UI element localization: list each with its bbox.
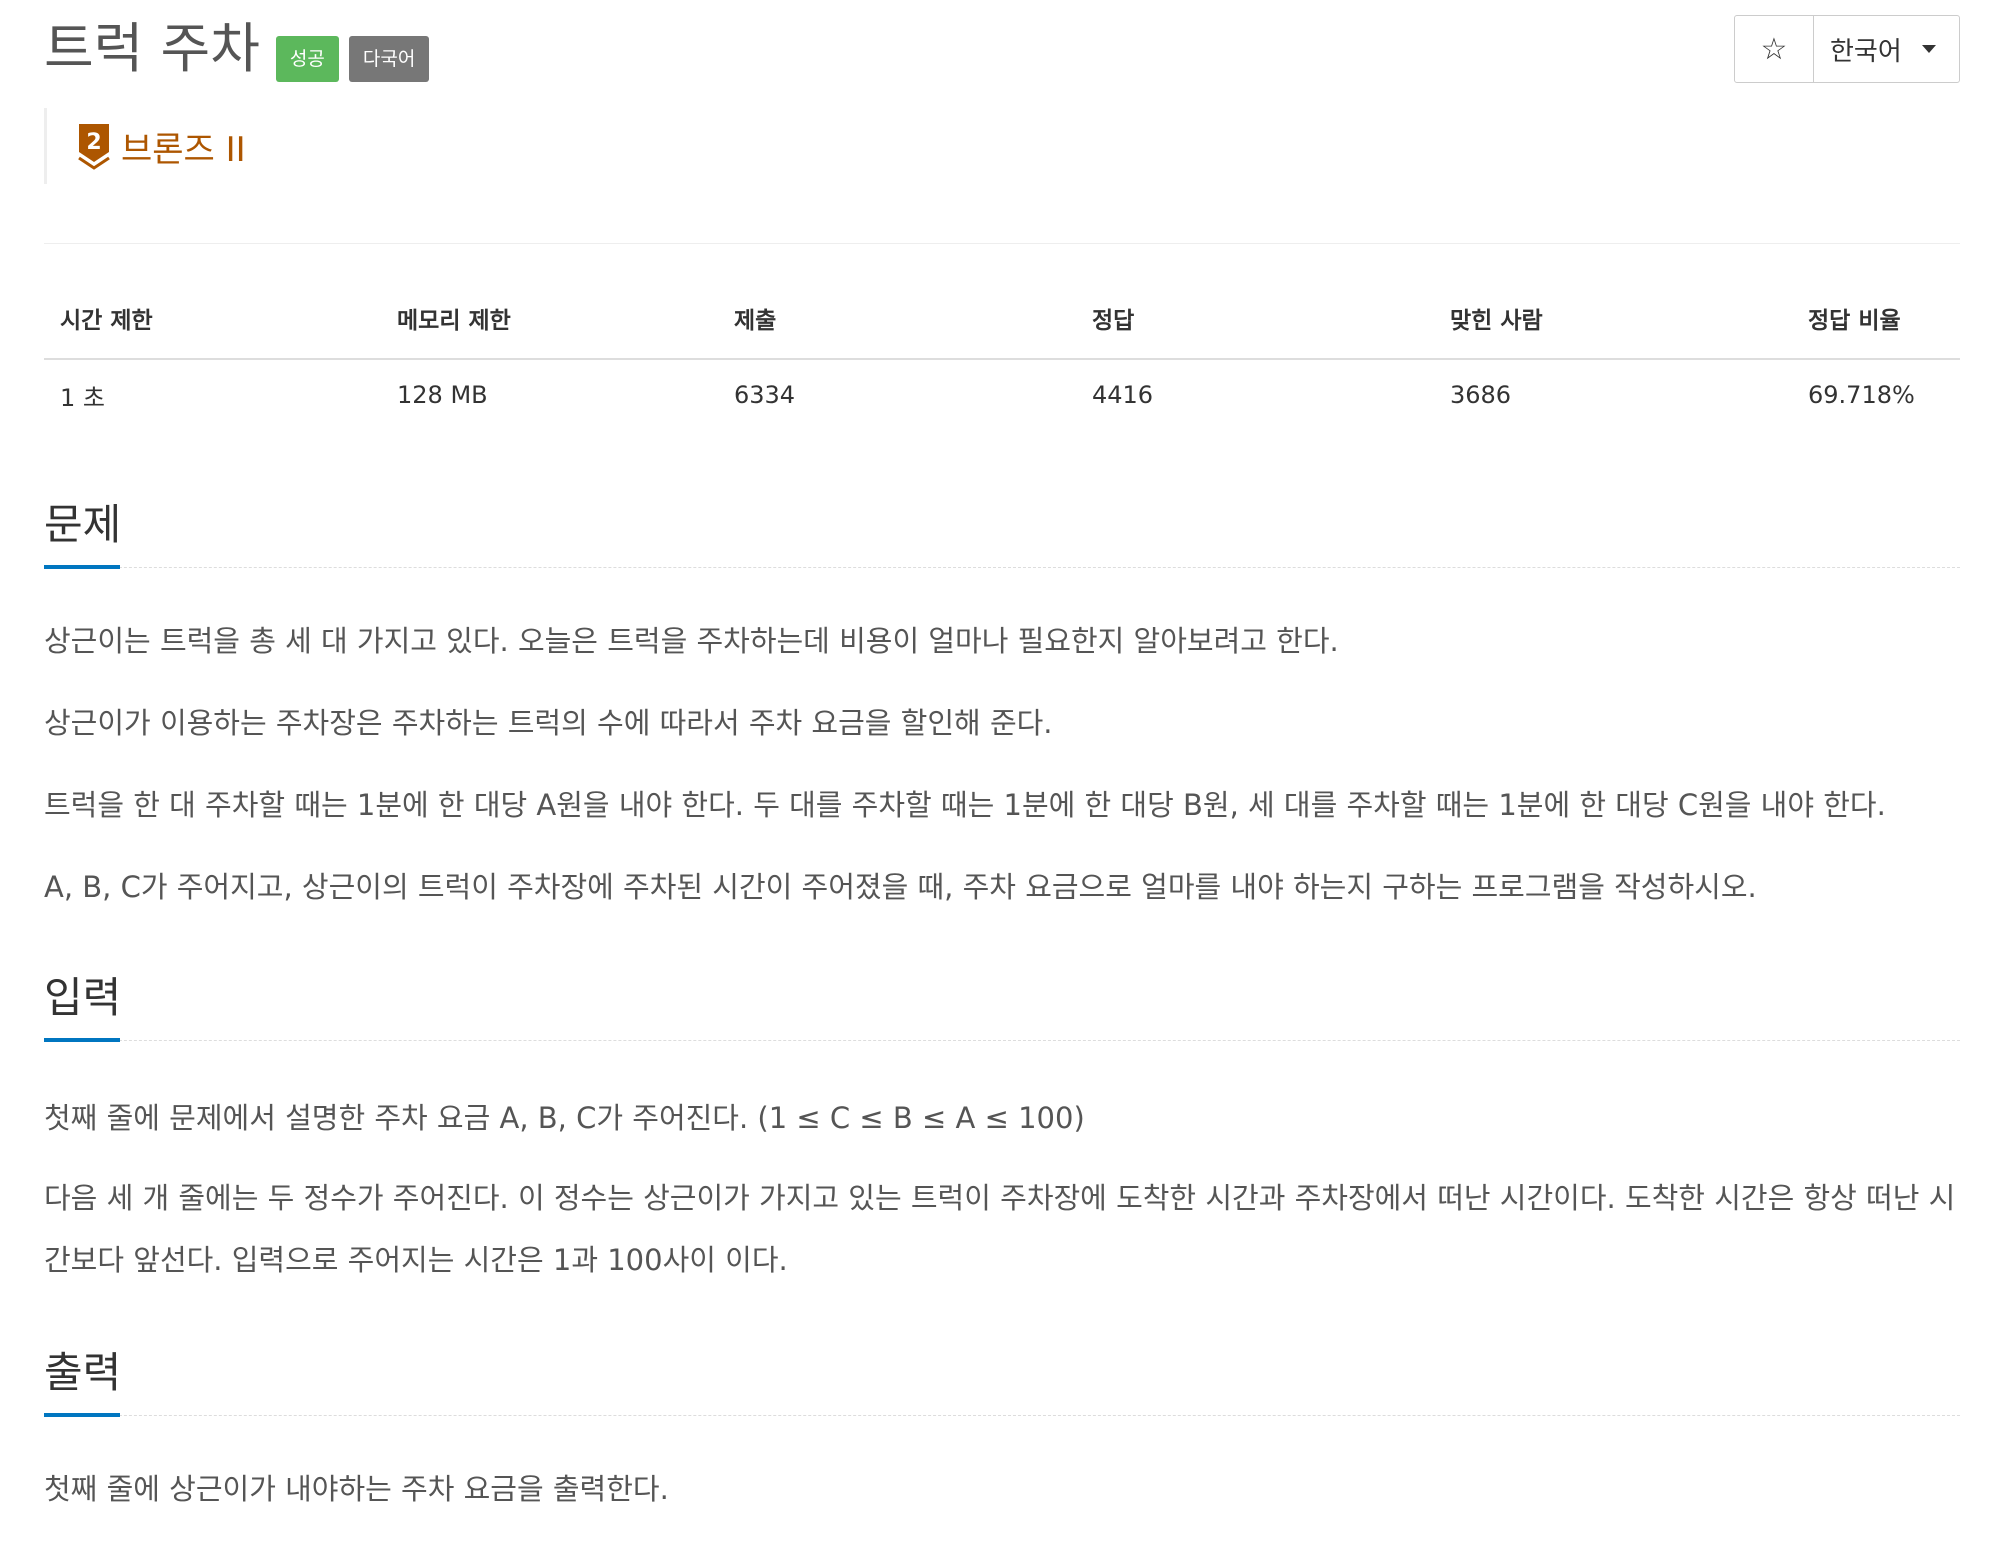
problem-info-table: 시간 제한 메모리 제한 제출 정답 맞힌 사람 정답 비율 1 초 128 M… xyxy=(44,278,1960,430)
top-button-group: ☆ 한국어 xyxy=(1734,15,1960,83)
language-dropdown[interactable]: 한국어 xyxy=(1814,16,1959,82)
table-row: 1 초 128 MB 6334 4416 3686 69.718% xyxy=(44,359,1960,430)
input-paragraph: 다음 세 개 줄에는 두 정수가 주어진다. 이 정수는 상근이가 가지고 있는… xyxy=(44,1181,1956,1277)
section-title-output: 출력 xyxy=(44,1348,122,1397)
header-accept-ratio: 정답 비율 xyxy=(1792,278,1960,360)
description-paragraph: A, B, C가 주어지고, 상근이의 트럭이 주차장에 주차된 시간이 주어졌… xyxy=(44,870,1757,904)
header-time-limit: 시간 제한 xyxy=(44,278,381,360)
tier-number: 2 xyxy=(86,130,101,155)
section-header: 문제 xyxy=(44,495,1960,569)
caret-down-icon xyxy=(1921,45,1936,53)
table-header-row: 시간 제한 메모리 제한 제출 정답 맞힌 사람 정답 비율 xyxy=(44,278,1960,360)
output-section: 출력 첫째 줄에 상근이가 내야하는 주차 요금을 출력한다. xyxy=(44,1343,1960,1520)
tier-info: 2 브론즈 II xyxy=(44,108,246,184)
title-row: 트럭 주차 성공 다국어 xyxy=(44,14,430,84)
tier-label[interactable]: 브론즈 II xyxy=(121,122,246,171)
section-title-input: 입력 xyxy=(44,973,122,1022)
section-header: 입력 xyxy=(44,968,1960,1042)
problem-page: 트럭 주차 성공 다국어 ☆ 한국어 2 브론즈 II 시간 제한 메모리 제한… xyxy=(0,0,2000,1545)
star-icon: ☆ xyxy=(1760,31,1788,67)
header-accepted: 정답 xyxy=(1076,278,1434,360)
bronze-tier-icon: 2 xyxy=(77,122,111,170)
input-section: 입력 첫째 줄에 문제에서 설명한 주차 요금 A, B, C가 주어진다. (… xyxy=(44,968,1960,1291)
header-solved-users: 맞힌 사람 xyxy=(1434,278,1792,360)
accept-ratio-value: 69.718% xyxy=(1808,381,1915,409)
time-limit-value: 1 초 xyxy=(60,383,105,412)
multilang-badge[interactable]: 다국어 xyxy=(348,36,430,82)
description-paragraph: 트럭을 한 대 주차할 때는 1분에 한 대당 A원을 내야 한다. 두 대를 … xyxy=(44,788,1886,822)
star-button[interactable]: ☆ xyxy=(1735,16,1814,82)
header-memory-limit: 메모리 제한 xyxy=(381,278,718,360)
description-paragraph: 상근이가 이용하는 주차장은 주차하는 트럭의 수에 따라서 주차 요금을 할인… xyxy=(44,706,1053,740)
header-submissions: 제출 xyxy=(718,278,1076,360)
success-badge: 성공 xyxy=(275,36,339,82)
accepted-value: 4416 xyxy=(1092,381,1154,409)
section-title-description: 문제 xyxy=(44,500,122,549)
submissions-value: 6334 xyxy=(734,381,796,409)
section-header: 출력 xyxy=(44,1343,1960,1417)
section-underline xyxy=(44,1413,120,1417)
section-underline xyxy=(44,1038,120,1042)
description-section: 문제 상근이는 트럭을 총 세 대 가지고 있다. 오늘은 트럭을 주차하는데 … xyxy=(44,495,1960,918)
input-paragraph: 첫째 줄에 문제에서 설명한 주차 요금 A, B, C가 주어진다. (1 ≤… xyxy=(44,1101,1085,1135)
language-label: 한국어 xyxy=(1830,36,1902,67)
problem-title: 트럭 주차 xyxy=(44,17,260,80)
solved-users-value: 3686 xyxy=(1450,381,1512,409)
memory-limit-value: 128 MB xyxy=(397,381,488,409)
section-underline xyxy=(44,565,120,569)
description-paragraph: 상근이는 트럭을 총 세 대 가지고 있다. 오늘은 트럭을 주차하는데 비용이… xyxy=(44,624,1339,658)
output-paragraph: 첫째 줄에 상근이가 내야하는 주차 요금을 출력한다. xyxy=(44,1472,669,1506)
header-divider xyxy=(44,243,1960,244)
